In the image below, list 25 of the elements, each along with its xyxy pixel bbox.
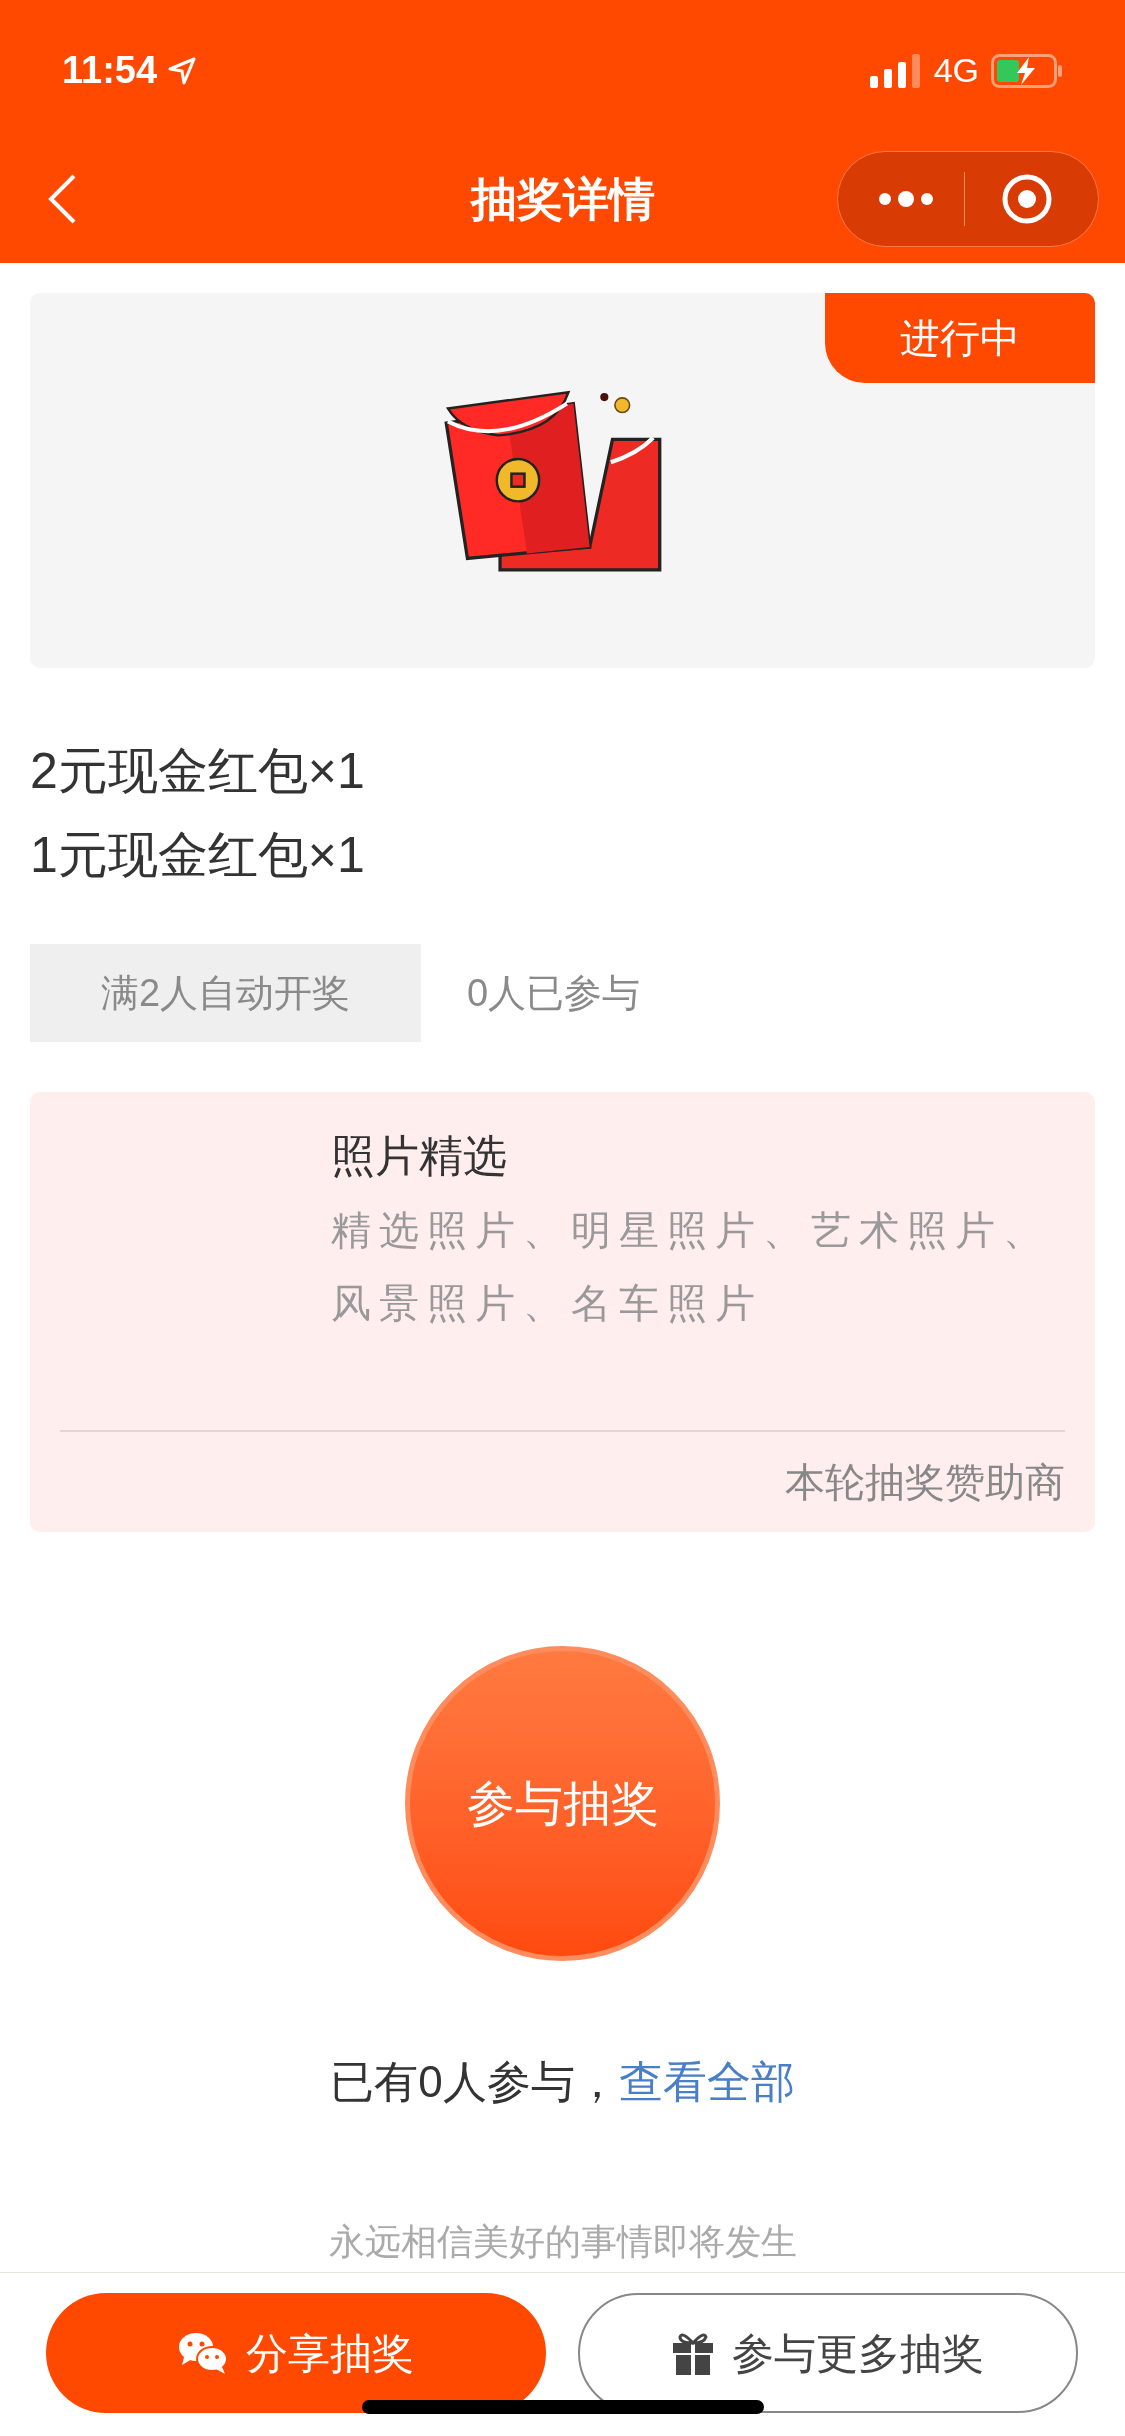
network-label: 4G [933, 50, 979, 91]
page-title: 抽奖详情 [470, 171, 655, 227]
prize-text: 2元现金红包×1 [30, 742, 365, 801]
participants-summary: 已有0人参与，查看全部 [330, 2056, 795, 2108]
draw-rule-tag: 满2人自动开奖 [30, 944, 421, 1042]
more-draws-button[interactable]: 参与更多抽奖 [578, 2293, 1078, 2413]
motto-text: 永远相信美好的事情即将发生 [328, 2220, 797, 2264]
join-draw-button[interactable]: 参与抽奖 [405, 1646, 720, 1961]
battery-charging-icon [991, 53, 1063, 88]
prize-text: 1元现金红包×1 [30, 826, 365, 885]
close-target-icon[interactable] [1001, 173, 1053, 225]
view-all-link[interactable]: 查看全部 [618, 2057, 795, 2106]
location-arrow-icon [167, 55, 198, 86]
status-badge: 进行中 [825, 293, 1095, 383]
signal-icon [869, 53, 922, 88]
sponsor-label: 本轮抽奖赞助商 [785, 1459, 1065, 1506]
chat-bubbles-icon [178, 2331, 228, 2375]
more-icon[interactable] [878, 189, 934, 209]
participant-count: 0人已参与 [467, 970, 641, 1016]
gift-icon [672, 2331, 714, 2375]
status-time: 11:54 [62, 48, 158, 93]
share-draw-button[interactable]: 分享抽奖 [46, 2293, 546, 2413]
sponsor-description: 精选照片、明星照片、艺术照片、风景照片、名车照片 [331, 1207, 1052, 1327]
sponsor-title: 照片精选 [331, 1130, 507, 1182]
back-icon[interactable] [46, 173, 78, 225]
